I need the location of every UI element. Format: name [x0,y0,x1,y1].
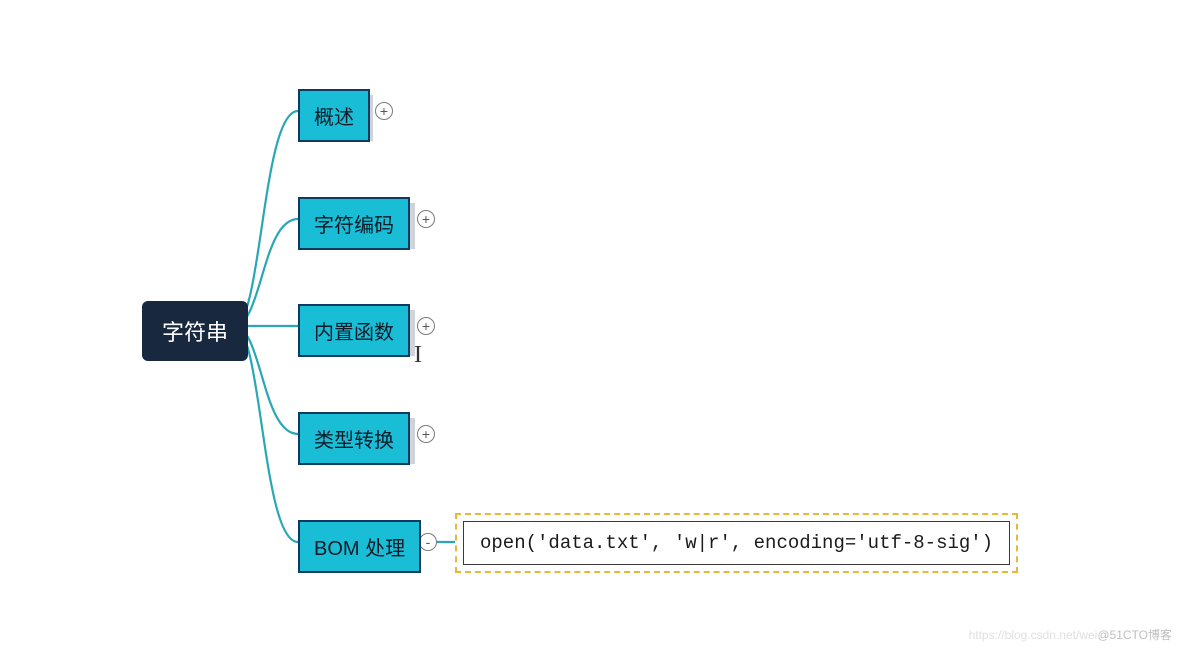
child-label: BOM 处理 [314,532,405,561]
toggle-glyph: + [422,319,430,333]
toggle-glyph: + [380,104,388,118]
child-node-builtin[interactable]: 内置函数 [298,304,410,357]
child-node-bom[interactable]: BOM 处理 [298,520,421,573]
watermark-faint: https://blog.csdn.net/wei [969,628,1098,642]
child-node-encoding[interactable]: 字符编码 [298,197,410,250]
collapse-icon[interactable]: - [419,533,437,551]
toggle-glyph: - [426,535,431,549]
toggle-glyph: + [422,427,430,441]
leaf-selection-box[interactable]: open('data.txt', 'w|r', encoding='utf-8-… [455,513,1018,573]
child-label: 类型转换 [314,424,394,453]
root-node[interactable]: 字符串 [142,301,248,361]
expand-icon[interactable]: + [375,102,393,120]
leaf-node-code[interactable]: open('data.txt', 'w|r', encoding='utf-8-… [463,521,1010,565]
leaf-code-text: open('data.txt', 'w|r', encoding='utf-8-… [480,532,993,554]
toggle-glyph: + [422,212,430,226]
expand-icon[interactable]: + [417,210,435,228]
child-label: 字符编码 [314,209,394,238]
watermark-text: @51CTO博客 [1097,628,1172,642]
root-label: 字符串 [162,315,228,347]
expand-icon[interactable]: + [417,317,435,335]
child-node-overview[interactable]: 概述 [298,89,370,142]
child-label: 概述 [314,101,354,130]
text-cursor-icon: I [414,342,422,369]
child-node-typeconv[interactable]: 类型转换 [298,412,410,465]
watermark: https://blog.csdn.net/wei@51CTO博客 [969,626,1172,643]
expand-icon[interactable]: + [417,425,435,443]
child-label: 内置函数 [314,316,394,345]
